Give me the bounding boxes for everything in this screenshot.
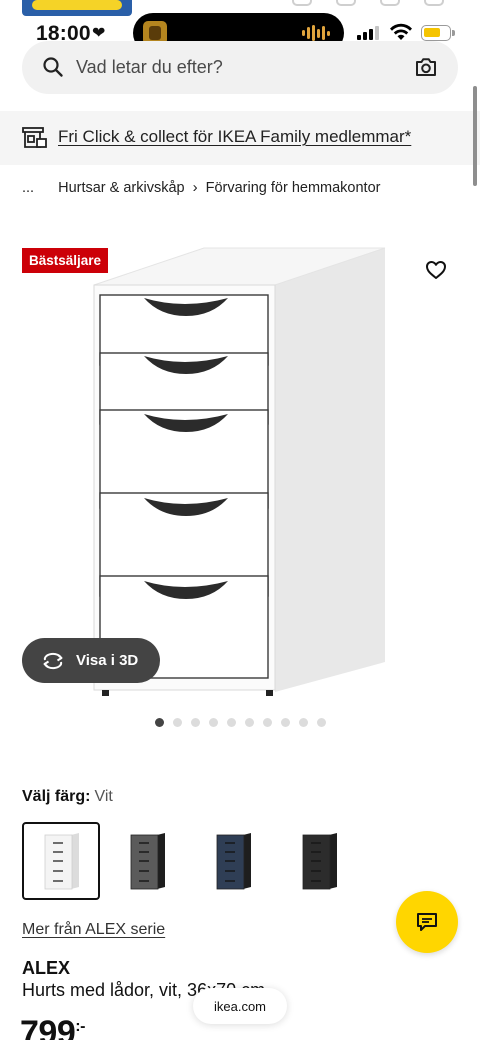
browser-url-pill[interactable]: ikea.com xyxy=(193,988,287,1024)
color-swatches xyxy=(22,822,358,900)
swatch-thumbnail-icon xyxy=(130,833,165,890)
view-3d-button[interactable]: Visa i 3D xyxy=(22,638,160,683)
carousel-dot[interactable] xyxy=(317,718,326,727)
audio-wave-icon xyxy=(302,25,330,41)
header-icons-peek xyxy=(292,0,444,6)
cart-icon[interactable] xyxy=(380,0,400,6)
store-icon xyxy=(22,127,47,148)
color-swatch[interactable] xyxy=(22,822,100,900)
carousel-dot[interactable] xyxy=(191,718,200,727)
image-carousel-dots xyxy=(155,718,326,727)
search-bar[interactable] xyxy=(22,41,458,94)
search-icon xyxy=(43,57,63,77)
search-input[interactable] xyxy=(76,41,396,94)
swatch-thumbnail-icon xyxy=(216,833,251,890)
breadcrumb-item-forvaring[interactable]: Förvaring för hemmakontor xyxy=(206,180,381,196)
cellular-signal-icon xyxy=(357,26,379,40)
carousel-dot[interactable] xyxy=(281,718,290,727)
favorite-button[interactable] xyxy=(419,253,453,287)
series-link[interactable]: Mer från ALEX serie xyxy=(22,921,165,939)
carousel-dot[interactable] xyxy=(299,718,308,727)
heart-icon xyxy=(426,261,446,279)
color-swatch[interactable] xyxy=(280,822,358,900)
promo-link[interactable]: Fri Click & collect för IKEA Family medl… xyxy=(58,127,411,147)
carousel-dot[interactable] xyxy=(245,718,254,727)
color-selector-label: Välj färg: Vit xyxy=(22,788,113,806)
carousel-dot[interactable] xyxy=(173,718,182,727)
page-scrollbar[interactable] xyxy=(473,86,477,186)
chat-button[interactable] xyxy=(396,891,458,953)
menu-icon[interactable] xyxy=(424,0,444,6)
swatch-thumbnail-icon xyxy=(44,833,79,890)
color-label-title: Välj färg: xyxy=(22,788,91,805)
price-amount: 799 xyxy=(20,1014,76,1040)
color-label-value: Vit xyxy=(94,788,113,805)
product-name: ALEX xyxy=(22,958,71,978)
chat-icon xyxy=(417,913,437,931)
carousel-dot[interactable] xyxy=(209,718,218,727)
camera-icon[interactable] xyxy=(414,56,438,78)
battery-icon xyxy=(421,25,451,41)
carousel-dot[interactable] xyxy=(263,718,272,727)
price-suffix: :- xyxy=(75,1018,85,1035)
breadcrumb: ... Hurtsar & arkivskåp › Förvaring för … xyxy=(22,179,380,196)
bestseller-badge: Bästsäljare xyxy=(22,248,109,273)
breadcrumb-ellipsis[interactable]: ... xyxy=(22,180,34,196)
promo-banner: Fri Click & collect för IKEA Family medl… xyxy=(0,111,480,165)
view-3d-label: Visa i 3D xyxy=(76,652,139,669)
heart-status-icon: ❤ xyxy=(92,25,106,42)
favorites-icon[interactable] xyxy=(336,0,356,6)
wifi-icon xyxy=(390,23,412,40)
product-price: 799:- xyxy=(20,1014,85,1040)
swatch-thumbnail-icon xyxy=(302,833,337,890)
color-swatch[interactable] xyxy=(108,822,186,900)
account-icon[interactable] xyxy=(292,0,312,6)
color-swatch[interactable] xyxy=(194,822,272,900)
breadcrumb-item-hurtsar[interactable]: Hurtsar & arkivskåp xyxy=(58,180,185,196)
carousel-dot[interactable] xyxy=(227,718,236,727)
carousel-dot[interactable] xyxy=(155,718,164,727)
breadcrumb-separator-icon: › xyxy=(192,179,198,196)
rotate-3d-icon xyxy=(41,652,65,670)
